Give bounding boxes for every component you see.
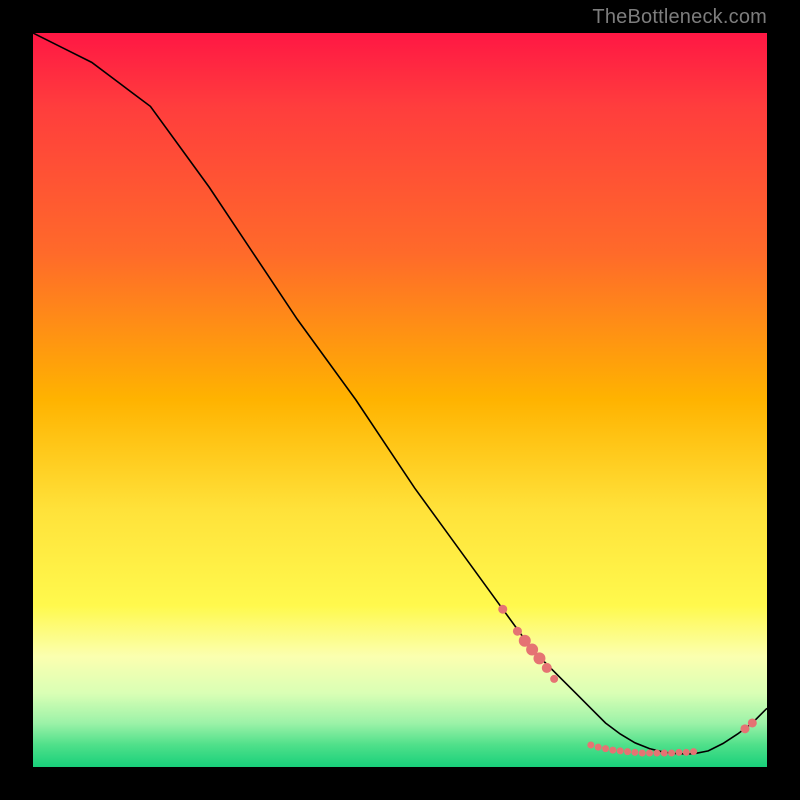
data-dot xyxy=(668,750,675,757)
data-dot xyxy=(740,724,749,733)
chart-svg xyxy=(33,33,767,767)
data-dot xyxy=(602,745,609,752)
data-dot xyxy=(587,741,594,748)
data-dot xyxy=(631,749,638,756)
data-dot xyxy=(683,749,690,756)
data-dot xyxy=(542,663,552,673)
data-dot xyxy=(646,750,653,757)
data-dot xyxy=(513,627,522,636)
data-dot xyxy=(639,750,646,757)
data-dot xyxy=(498,605,507,614)
plot-area xyxy=(33,33,767,767)
data-dot xyxy=(624,748,631,755)
data-dot xyxy=(617,747,624,754)
data-dot xyxy=(526,644,538,656)
data-dot xyxy=(519,635,531,647)
data-dot xyxy=(595,744,602,751)
data-dot xyxy=(550,675,558,683)
data-dot xyxy=(661,750,668,757)
data-dot xyxy=(533,652,545,664)
watermark-text: TheBottleneck.com xyxy=(592,6,767,29)
data-dot xyxy=(690,748,697,755)
data-dot xyxy=(609,747,616,754)
chart-stage: TheBottleneck.com xyxy=(0,0,800,800)
data-dot xyxy=(675,749,682,756)
data-dot xyxy=(653,750,660,757)
curve-line xyxy=(33,33,767,754)
data-dots xyxy=(498,605,757,757)
data-dot xyxy=(748,718,757,727)
